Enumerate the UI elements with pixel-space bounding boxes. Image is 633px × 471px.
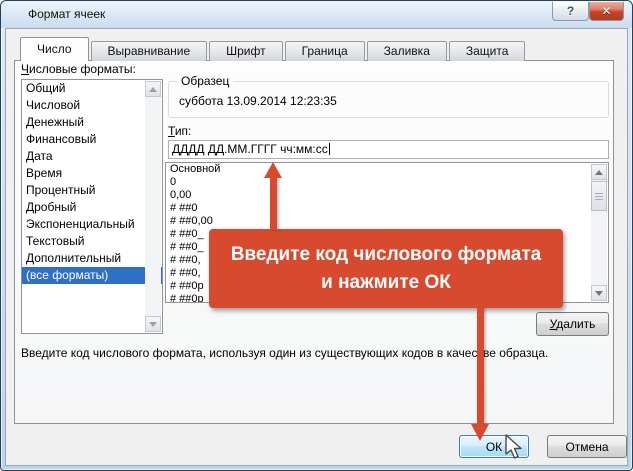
type-input[interactable]: ДДДД ДД.ММ.ГГГГ чч:мм:сс xyxy=(168,140,609,159)
arrow-up-icon xyxy=(264,162,282,178)
title-bar[interactable]: Формат ячеек ? ✕ xyxy=(1,1,632,28)
window-title: Формат ячеек xyxy=(28,7,106,21)
number-formats-scrollbar[interactable] xyxy=(145,81,161,332)
annotation-arrow-down xyxy=(477,307,484,425)
annotation-arrow-up xyxy=(270,177,277,230)
help-icon: ? xyxy=(566,4,575,18)
scrollbar-grip-icon xyxy=(595,192,603,200)
scrollbar-up-button[interactable] xyxy=(145,81,161,97)
list-item[interactable]: Основной xyxy=(166,163,608,176)
list-item[interactable]: Дробный xyxy=(22,199,162,216)
list-item[interactable]: Дополнительный xyxy=(22,250,162,267)
mouse-cursor-icon xyxy=(505,434,522,459)
description-text: Введите код числового формата, используя… xyxy=(21,346,549,360)
close-button[interactable]: ✕ xyxy=(589,2,624,21)
scrollbar-up-button[interactable] xyxy=(591,164,607,180)
scrollbar-thumb[interactable] xyxy=(591,181,607,211)
list-item[interactable]: Процентный xyxy=(22,182,162,199)
list-item[interactable]: Экспоненциальный xyxy=(22,216,162,233)
scrollbar-down-button[interactable] xyxy=(591,285,607,301)
triangle-up-icon xyxy=(149,86,157,92)
list-item[interactable]: Финансовый xyxy=(22,131,162,148)
close-icon: ✕ xyxy=(601,4,612,18)
list-item[interactable]: 0,00 xyxy=(166,189,608,202)
scrollbar-down-button[interactable] xyxy=(145,316,161,332)
list-item[interactable]: # ##0,00 xyxy=(166,215,608,228)
sample-groupbox: Образец суббота 13.09.2014 12:23:35 xyxy=(168,74,609,118)
tab[interactable]: Шрифт xyxy=(209,41,283,61)
list-item[interactable]: Числовой xyxy=(22,97,162,114)
sample-label: Образец xyxy=(177,74,234,88)
list-item[interactable]: Общий xyxy=(22,80,162,97)
tab[interactable]: Граница xyxy=(284,41,365,61)
type-label: Тип: xyxy=(168,124,192,138)
number-formats-items: Общий Числовой Денежный Финансовый Дата Время… xyxy=(22,80,162,284)
tab[interactable]: Выравнивание xyxy=(90,41,208,61)
number-formats-list[interactable]: Общий Числовой Денежный Финансовый Дата Время… xyxy=(21,79,163,334)
format-codes-scrollbar[interactable] xyxy=(591,164,607,301)
text-caret xyxy=(328,143,330,155)
triangle-down-icon xyxy=(149,321,157,327)
sample-value: суббота 13.09.2014 12:23:35 xyxy=(179,94,337,108)
list-item[interactable]: 0 xyxy=(166,176,608,189)
triangle-down-icon xyxy=(595,290,603,296)
tab[interactable]: Заливка xyxy=(366,41,447,61)
delete-button[interactable]: Удалить xyxy=(536,312,609,336)
cancel-button[interactable]: Отмена xyxy=(547,435,627,458)
type-input-value: ДДДД ДД.ММ.ГГГГ чч:мм:сс xyxy=(172,142,328,156)
list-item[interactable]: # ##0 xyxy=(166,202,608,215)
annotation-callout: Введите код числового формата и нажмите … xyxy=(209,229,563,308)
help-button[interactable]: ? xyxy=(552,2,589,21)
list-item[interactable]: (все форматы) xyxy=(22,267,162,284)
list-item[interactable]: Текстовый xyxy=(22,233,162,250)
triangle-up-icon xyxy=(595,169,603,175)
number-formats-label: Числовые форматы: xyxy=(21,62,136,76)
list-item[interactable]: Время xyxy=(22,165,162,182)
arrow-down-icon xyxy=(471,424,489,441)
tab-bar: Число Выравнивание Шрифт Граница Заливка Защи… xyxy=(20,37,526,62)
list-item[interactable]: Дата xyxy=(22,148,162,165)
format-cells-dialog: Формат ячеек ? ✕ Число Выравнивание Шрифт Г… xyxy=(0,0,633,471)
tab[interactable]: Защита xyxy=(448,41,526,61)
list-item[interactable]: Денежный xyxy=(22,114,162,131)
tab-active[interactable]: Число xyxy=(20,37,89,62)
